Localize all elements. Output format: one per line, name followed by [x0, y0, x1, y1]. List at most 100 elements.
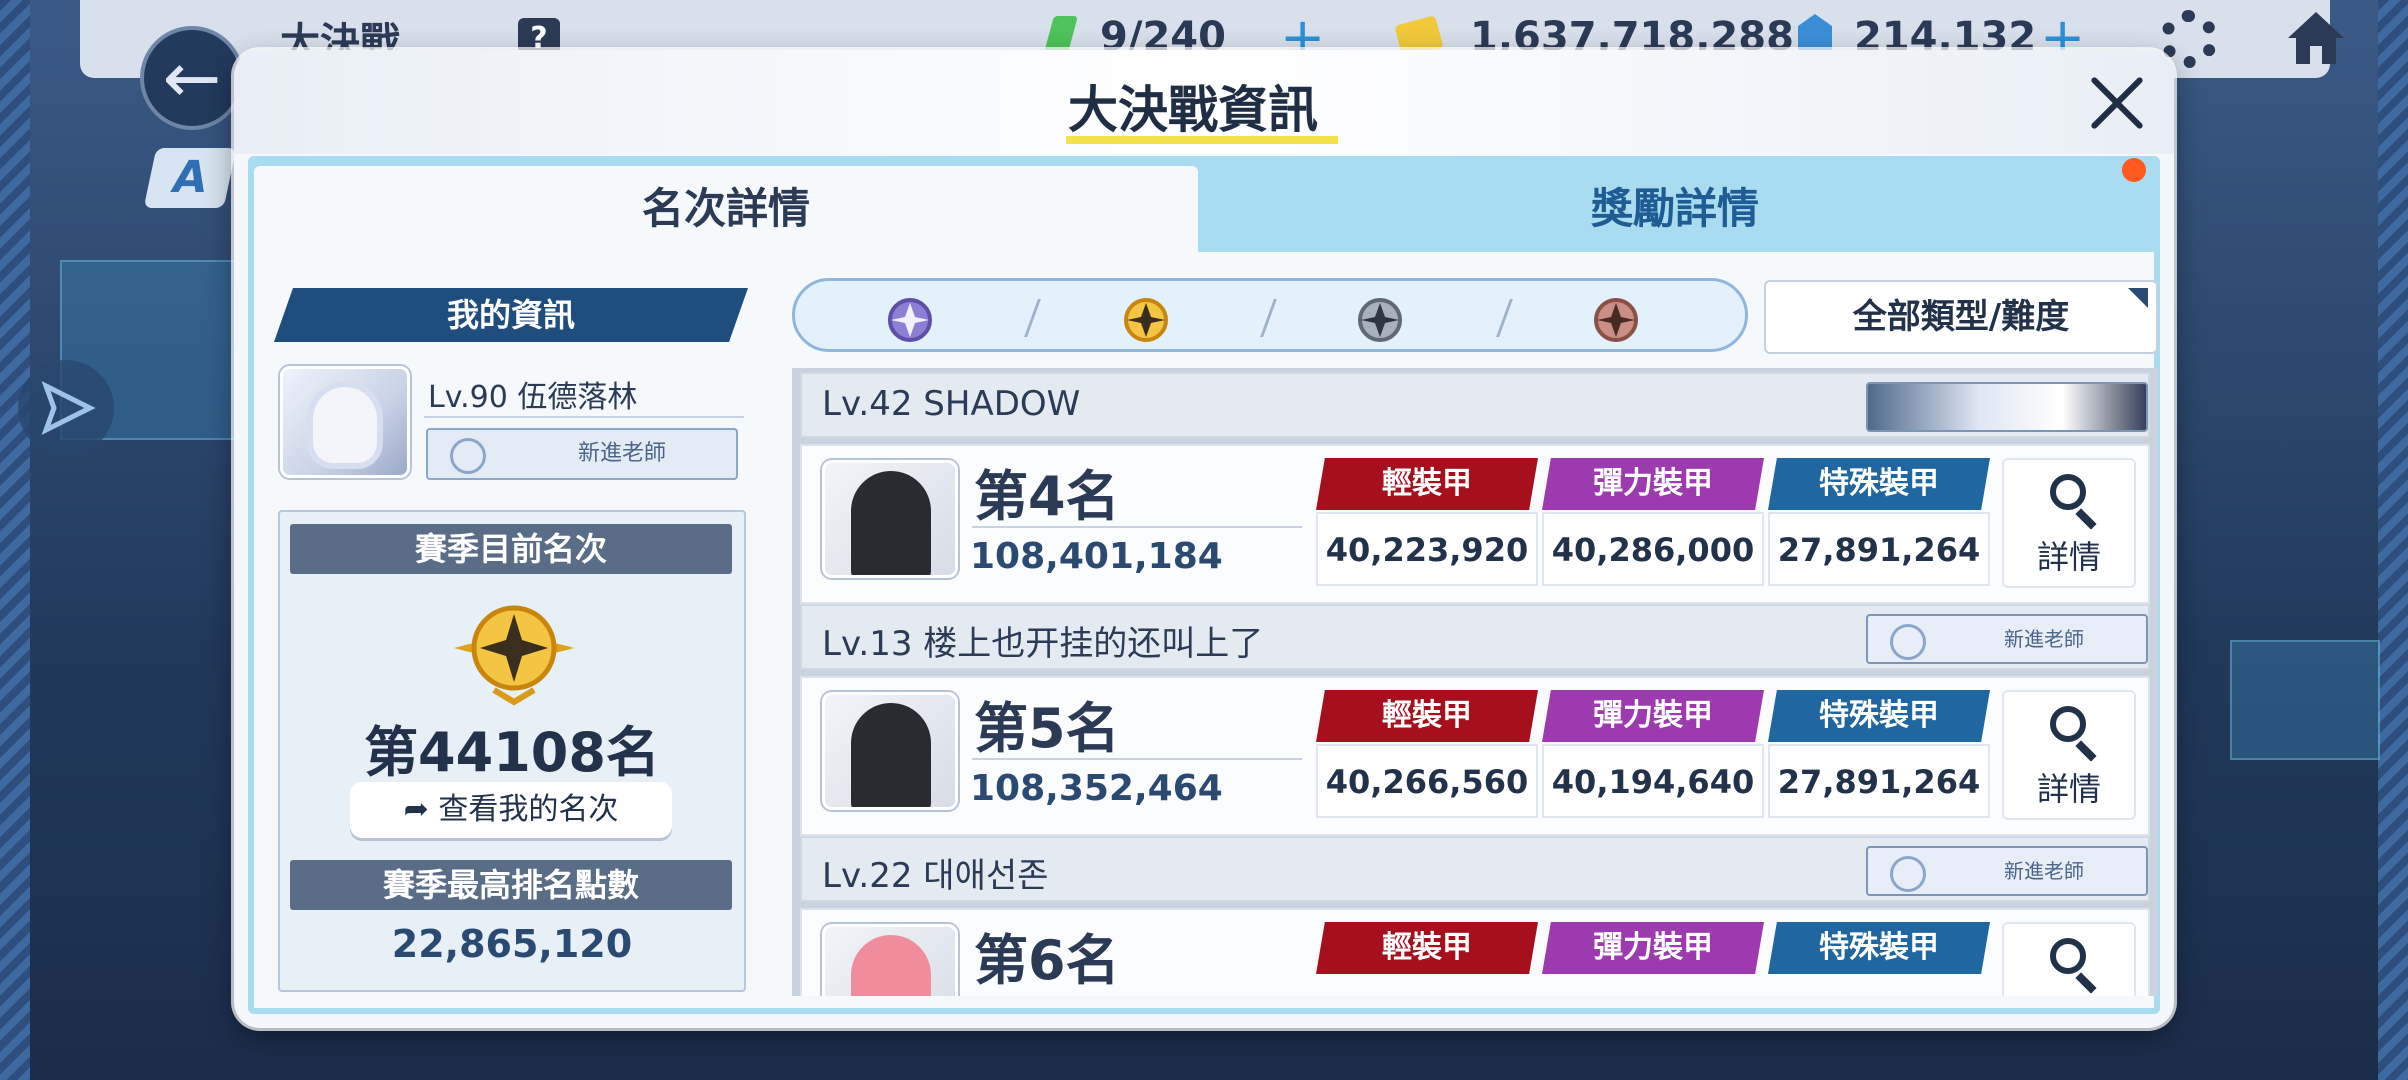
total-score: 108,352,464: [970, 768, 1223, 809]
light-armor-score: 輕裝甲 40,266,560: [1316, 690, 1538, 820]
magnifier-icon: [2050, 706, 2086, 742]
modal-title: 大決戰資訊: [1068, 81, 1318, 139]
special-armor-label: 特殊裝甲: [1768, 458, 1990, 510]
gold-rank-emblem-icon: [454, 605, 574, 706]
divider: [972, 526, 1302, 528]
special-armor-label: 特殊裝甲: [1768, 922, 1990, 974]
rank-label: 第6名: [974, 929, 1120, 992]
elastic-armor-label: 彈力裝甲: [1542, 458, 1764, 510]
player-title-badge: [1866, 382, 2148, 432]
details-button[interactable]: [2002, 922, 2136, 996]
send-arrow-icon[interactable]: [18, 360, 114, 456]
details-button[interactable]: 詳情: [2002, 690, 2136, 820]
light-armor-label: 輕裝甲: [1316, 690, 1538, 742]
highest-points-value: 22,865,120: [391, 922, 633, 966]
special-armor-score: 特殊裝甲 27,891,264: [1768, 458, 1990, 588]
background-stripe-right: [2378, 0, 2408, 1080]
player-avatar: [822, 460, 958, 578]
silver-emblem-icon[interactable]: [1345, 293, 1415, 347]
light-armor-label: 輕裝甲: [1316, 458, 1538, 510]
rank-row: 第4名 108,401,184 輕裝甲 40,223,920 彈力裝甲 40,2…: [800, 444, 2150, 604]
rank-label: 第4名: [974, 465, 1120, 528]
player-title-label: 新進老師: [2004, 627, 2084, 651]
magnifier-icon: [2050, 474, 2086, 510]
player-avatar: [822, 692, 958, 810]
special-armor-label: 特殊裝甲: [1768, 690, 1990, 742]
elastic-armor-score: 彈力裝甲 40,194,640: [1542, 690, 1764, 820]
elastic-armor-label: 彈力裝甲: [1542, 690, 1764, 742]
title-emblem-icon: [450, 438, 486, 474]
season-rank-value: 第44108名: [364, 721, 660, 784]
ranking-info-modal: 大決戰資訊 名次詳情 獎勵詳情 我的資訊 Lv.90 伍德落林 新進老師 賽季目…: [234, 50, 2174, 1028]
details-button[interactable]: 詳情: [2002, 458, 2136, 588]
light-armor-label: 輕裝甲: [1316, 922, 1538, 974]
player-name: Lv.22 대애선존: [822, 856, 1049, 896]
elastic-armor-score: 彈力裝甲 40,286,000: [1542, 458, 1764, 588]
divider: [972, 758, 1302, 760]
season-info-box: 賽季目前名次 第44108名 ➦ 查看我的名次 賽季最高排名點數 22,865,…: [278, 510, 746, 992]
a-badge-icon: A: [143, 148, 237, 208]
elastic-armor-value: 40,286,000: [1542, 512, 1764, 586]
light-armor-score: 輕裝甲 40,223,920: [1316, 458, 1538, 588]
type-difficulty-select[interactable]: 全部類型/難度: [1764, 280, 2158, 354]
platinum-emblem-icon[interactable]: [875, 293, 945, 347]
separator: [1260, 299, 1277, 337]
elastic-armor-value: 40,194,640: [1542, 744, 1764, 818]
title-underline: [1066, 136, 1338, 144]
player-title-badge: 新進老師: [1866, 614, 2148, 664]
my-title-badge: 新進老師: [426, 428, 738, 480]
player-title-label: 新進老師: [2004, 859, 2084, 883]
gold-emblem-icon[interactable]: [1111, 293, 1181, 347]
details-label: 詳情: [2036, 538, 2101, 576]
rank-row: 第5名 108,352,464 輕裝甲 40,266,560 彈力裝甲 40,1…: [800, 676, 2150, 836]
check-my-rank-button[interactable]: ➦ 查看我的名次: [350, 782, 672, 838]
close-button[interactable]: [2086, 72, 2148, 134]
special-armor-score: 特殊裝甲 27,891,264: [1768, 690, 1990, 820]
my-title-label: 新進老師: [578, 441, 667, 466]
check-my-rank-label: 查看我的名次: [438, 792, 619, 827]
player-title-badge: 新進老師: [1866, 846, 2148, 896]
tab-rank-details[interactable]: 名次詳情: [254, 166, 1198, 252]
player-name: Lv.42 SHADOW: [822, 384, 1081, 424]
my-info-header: 我的資訊: [274, 288, 748, 342]
details-label: 詳情: [2036, 770, 2101, 808]
light-armor-score: 輕裝甲: [1316, 922, 1538, 996]
magnifier-icon: [2050, 938, 2086, 974]
my-avatar: [280, 366, 410, 478]
rank-details-panel: 我的資訊 Lv.90 伍德落林 新進老師 賽季目前名次 第44108名 ➦ 查看…: [254, 252, 2158, 1008]
modal-header: 大決戰資訊: [234, 50, 2174, 154]
player-header: Lv.42 SHADOW: [800, 372, 2150, 438]
background-stripe-left: [0, 0, 30, 1080]
separator: [1024, 299, 1041, 337]
special-armor-value: 27,891,264: [1768, 744, 1990, 818]
tab-reward-details[interactable]: 獎勵詳情: [1202, 166, 2148, 252]
player-name: Lv.13 楼上也开挂的还叫上了: [822, 624, 1264, 664]
player-header: Lv.22 대애선존 新進老師: [800, 836, 2150, 902]
bronze-emblem-icon[interactable]: [1581, 293, 1651, 347]
player-header: Lv.13 楼上也开挂的还叫上了 新進老師: [800, 604, 2150, 670]
elastic-armor-score: 彈力裝甲: [1542, 922, 1764, 996]
total-score: 108,401,184: [970, 536, 1223, 577]
light-armor-value: 40,266,560: [1316, 744, 1538, 818]
back-button[interactable]: ←: [140, 26, 244, 130]
title-emblem-icon: [1890, 624, 1926, 660]
notification-dot: [2122, 158, 2146, 182]
separator: [1496, 299, 1513, 337]
season-rank-header: 賽季目前名次: [290, 524, 732, 574]
light-armor-value: 40,223,920: [1316, 512, 1538, 586]
home-icon[interactable]: [2284, 8, 2348, 68]
my-name: Lv.90 伍德落林: [428, 380, 638, 415]
title-emblem-icon: [1890, 856, 1926, 892]
rank-label: 第5名: [974, 697, 1120, 760]
highest-points-header: 賽季最高排名點數: [290, 860, 732, 910]
rank-row: 第6名 輕裝甲 彈力裝甲 特殊裝甲: [800, 908, 2150, 996]
background-screen: [2230, 640, 2380, 760]
difficulty-filter-bar: [792, 278, 1748, 352]
player-avatar: [822, 924, 958, 996]
ranking-list[interactable]: Lv.42 SHADOW 第4名 108,401,184 輕裝甲 40,223,…: [792, 368, 2158, 996]
elastic-armor-label: 彈力裝甲: [1542, 922, 1764, 974]
share-arrow-icon: ➦: [403, 792, 439, 827]
special-armor-score: 特殊裝甲: [1768, 922, 1990, 996]
modal-body: 名次詳情 獎勵詳情 我的資訊 Lv.90 伍德落林 新進老師 賽季目前名次 第4…: [248, 156, 2160, 1014]
special-armor-value: 27,891,264: [1768, 512, 1990, 586]
